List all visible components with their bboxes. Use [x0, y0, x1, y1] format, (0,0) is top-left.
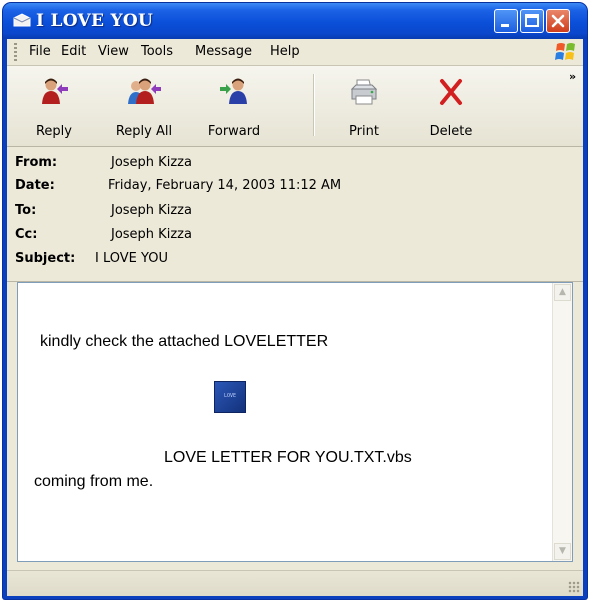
toolbar-overflow-chevron-icon[interactable]: »	[569, 70, 576, 83]
window-title: I LOVE YOU	[36, 11, 154, 31]
delete-button[interactable]: Delete	[414, 68, 488, 144]
print-label: Print	[349, 124, 379, 139]
status-bar	[7, 570, 583, 596]
subject-value: I LOVE YOU	[95, 251, 168, 266]
menu-help[interactable]: Help	[270, 44, 300, 59]
menubar-grip[interactable]	[14, 43, 17, 61]
reply-label: Reply	[35, 124, 72, 139]
to-value: Joseph Kizza	[111, 203, 192, 218]
message-body[interactable]: kindly check the attached LOVELETTER LOV…	[17, 282, 573, 562]
date-value: Friday, February 14, 2003 11:12 AM	[108, 178, 342, 193]
message-line-2: coming from me.	[34, 473, 154, 490]
menu-edit[interactable]: Edit	[61, 44, 86, 59]
forward-icon	[220, 78, 247, 104]
message-header: From: Joseph Kizza Date: Friday, Februar…	[7, 147, 583, 282]
menu-file[interactable]: File	[29, 44, 51, 59]
resize-grip-icon[interactable]	[568, 581, 580, 593]
maximize-button[interactable]	[520, 9, 544, 33]
printer-icon	[350, 79, 378, 105]
minimize-icon	[501, 24, 509, 27]
maximize-icon	[525, 14, 539, 27]
minimize-button[interactable]	[494, 9, 518, 33]
reply-all-button[interactable]: Reply All	[107, 68, 181, 144]
subject-label: Subject:	[15, 251, 76, 266]
cc-label: Cc:	[15, 227, 38, 242]
toolbar: Reply Reply All Forward Print Delete »	[7, 66, 583, 147]
date-label: Date:	[15, 178, 55, 193]
reply-button[interactable]: Reply	[17, 68, 91, 144]
forward-label: Forward	[207, 124, 261, 139]
menu-view[interactable]: View	[98, 44, 129, 59]
attachment-icon[interactable]: LOVE	[214, 381, 246, 413]
scroll-up-chevron-icon[interactable]: ▲	[554, 284, 571, 301]
window-client: File Edit View Tools Message Help Reply …	[7, 39, 583, 596]
menu-tools[interactable]: Tools	[141, 44, 173, 59]
menu-message[interactable]: Message	[195, 44, 252, 59]
envelope-icon	[13, 13, 31, 27]
to-label: To:	[15, 203, 37, 218]
attachment-name[interactable]: LOVE LETTER FOR YOU.TXT.vbs	[164, 449, 412, 467]
forward-button[interactable]: Forward	[197, 68, 271, 144]
reply-icon	[42, 78, 68, 104]
reply-all-icon	[128, 78, 161, 104]
vertical-scrollbar[interactable]: ▲ ▼	[552, 283, 572, 561]
from-label: From:	[15, 155, 58, 170]
scroll-down-chevron-icon[interactable]: ▼	[554, 543, 571, 560]
close-icon	[551, 14, 565, 28]
delete-label: Delete	[429, 124, 473, 139]
from-value: Joseph Kizza	[111, 155, 192, 170]
menu-bar: File Edit View Tools Message Help	[7, 39, 583, 66]
message-line-1: kindly check the attached LOVELETTER	[40, 333, 329, 350]
title-bar[interactable]: I LOVE YOU	[3, 3, 587, 39]
windows-logo-icon	[555, 43, 575, 60]
reply-all-label: Reply All	[115, 124, 173, 139]
email-window: I LOVE YOU File Edit View Tools Message …	[3, 3, 587, 599]
delete-x-icon	[440, 79, 462, 105]
close-button[interactable]	[546, 9, 570, 33]
toolbar-separator	[313, 74, 315, 136]
print-button[interactable]: Print	[327, 68, 401, 144]
cc-value: Joseph Kizza	[111, 227, 192, 242]
